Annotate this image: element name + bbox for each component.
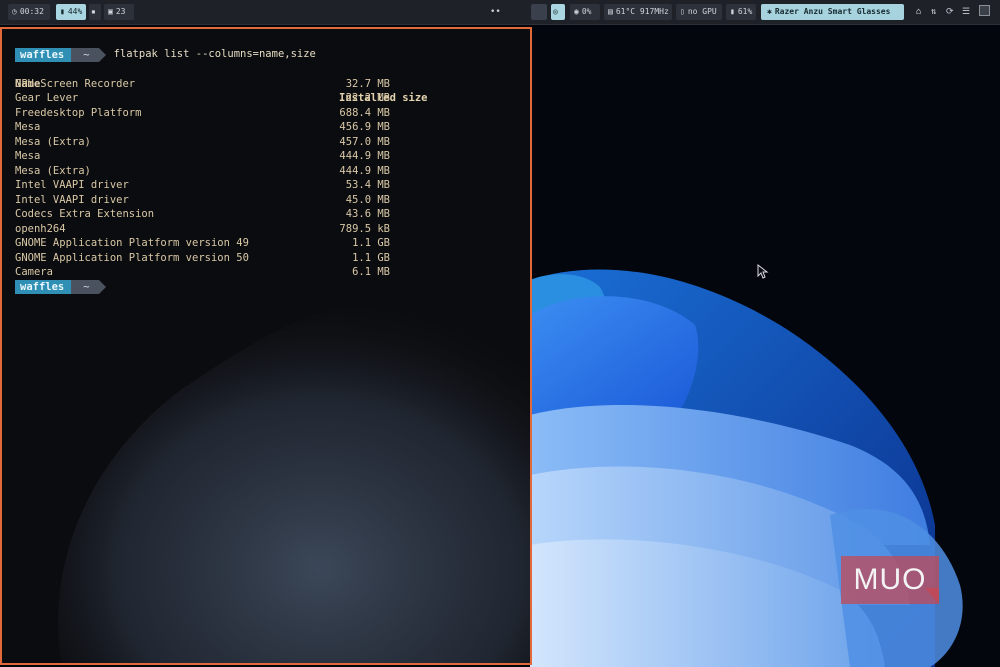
dots-icon[interactable]: •• — [490, 4, 501, 20]
table-row: Freedesktop Platform 688.4 MB — [15, 106, 530, 121]
table-row: Gear Lever 22.2 MB — [15, 91, 530, 106]
gpu-icon: ▯ — [680, 7, 685, 16]
command-text: flatpak list --columns=name,size — [113, 48, 316, 61]
package-size: 444.9 MB — [339, 164, 390, 177]
table-row: Mesa (Extra) 444.9 MB — [15, 164, 530, 179]
window-toggle-icon[interactable] — [979, 5, 990, 16]
disk-widget[interactable]: ▮ 61% — [726, 4, 756, 20]
package-size: 789.5 kB — [339, 222, 390, 235]
cpu-widget[interactable]: ▤ 61°C 917MHz — [604, 4, 672, 20]
package-size: 688.4 MB — [339, 106, 390, 119]
bluetooth-device: Razer Anzu Smart Glasses — [774, 7, 891, 16]
table-row: GNOME Application Platform version 49 1.1… — [15, 236, 530, 251]
package-size: 457.0 MB — [339, 135, 390, 148]
battery-value: 44% — [67, 7, 83, 16]
prompt-dir-2: ~ — [71, 280, 107, 294]
terminal-window[interactable]: waffles ~ flatpak list --columns=name,si… — [0, 27, 532, 665]
mic-icon: ◎ — [553, 7, 558, 16]
package-size: 1.1 GB — [352, 237, 390, 249]
muo-logo-tail — [925, 588, 939, 604]
prompt-line: waffles ~ flatpak list --columns=name,si… — [15, 47, 530, 62]
table-header: Name Installed size — [15, 62, 530, 105]
prompt-user: waffles — [15, 47, 79, 62]
prompt-user-2: waffles — [15, 280, 79, 294]
package-size: 444.9 MB — [339, 150, 390, 162]
gpu-value: no GPU — [687, 7, 717, 16]
bluetooth-widget[interactable]: ✱ Razer Anzu Smart Glasses — [761, 4, 904, 20]
table-row: GNOME Application Platform version 50 1.1… — [15, 251, 530, 266]
cpu-value: 61°C 917MHz — [615, 7, 669, 16]
package-size: 456.9 MB — [339, 121, 390, 133]
note-icon: ▪ — [91, 7, 96, 16]
package-list: GPU Screen Recorder 32.7 MB Gear Lever 22.2… — [15, 77, 530, 280]
prompt-line-2: waffles ~ — [15, 280, 530, 295]
mouse-cursor-icon — [757, 264, 769, 279]
workspace-value: 23 — [115, 7, 126, 16]
transfer-icon[interactable]: ⇅ — [931, 4, 936, 20]
table-row: GPU Screen Recorder 32.7 MB — [15, 77, 530, 92]
window-icon: ▣ — [108, 7, 113, 16]
settings-icon[interactable]: ☰ — [962, 4, 970, 20]
package-size: 43.6 MB — [345, 208, 390, 220]
prompt-dir: ~ — [71, 47, 107, 62]
package-size: 45.0 MB — [345, 193, 390, 206]
cpu-icon: ▤ — [608, 7, 613, 16]
clock-icon: ◷ — [12, 7, 17, 16]
battery-icon: ▮ — [60, 7, 65, 16]
battery-widget[interactable]: ▮ 44% — [56, 4, 86, 20]
clock-widget[interactable]: ◷ 00:32 — [8, 4, 50, 20]
volume-icon: ◉ — [574, 7, 579, 16]
table-row: openh264 789.5 kB — [15, 222, 530, 237]
table-row: Camera 6.1 MB — [15, 265, 530, 280]
workspace-widget[interactable]: ▣ 23 — [104, 4, 134, 20]
table-row: Intel VAAPI driver 45.0 MB — [15, 193, 530, 208]
package-size: 22.2 MB — [345, 92, 390, 104]
volume-widget[interactable]: ◉ 0% — [570, 4, 600, 20]
screen-widget[interactable] — [531, 4, 547, 20]
package-size: 32.7 MB — [345, 77, 390, 90]
package-size: 53.4 MB — [345, 179, 390, 191]
table-row: Codecs Extra Extension 43.6 MB — [15, 207, 530, 222]
volume-value: 0% — [581, 7, 592, 16]
sync-icon[interactable]: ⟳ — [946, 4, 954, 20]
gpu-widget[interactable]: ▯ no GPU — [676, 4, 722, 20]
disk-icon: ▮ — [730, 7, 735, 16]
mic-widget[interactable]: ◎ — [551, 4, 565, 20]
table-row: Intel VAAPI driver 53.4 MB — [15, 178, 530, 193]
table-row: Mesa 456.9 MB — [15, 120, 530, 135]
bluetooth-icon: ✱ — [767, 7, 772, 16]
table-row: Mesa (Extra) 457.0 MB — [15, 135, 530, 150]
clock-value: 00:32 — [19, 7, 44, 16]
terminal-output[interactable]: waffles ~ flatpak list --columns=name,si… — [15, 47, 530, 295]
package-size: 1.1 GB — [352, 251, 390, 264]
notes-widget[interactable]: ▪ — [89, 4, 101, 20]
disk-value: 61% — [737, 7, 753, 16]
network-icon[interactable]: ⌂ — [916, 4, 921, 20]
status-bar: ◷ 00:32 ▮ 44% ▪ ▣ 23 •• ◎ ◉ 0% ▤ 61°C 917MHz … — [0, 0, 1000, 25]
table-row: Mesa 444.9 MB — [15, 149, 530, 164]
package-size: 6.1 MB — [352, 266, 390, 278]
